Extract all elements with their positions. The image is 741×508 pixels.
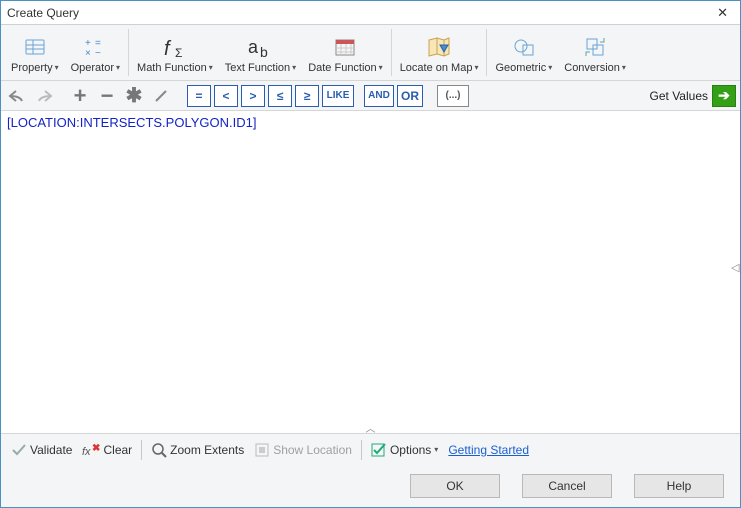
math-function-icon: fΣ [160, 34, 190, 60]
divide-icon[interactable] [149, 84, 173, 108]
dropdown-icon: ▾ [434, 445, 438, 454]
dialog-footer: OK Cancel Help [1, 465, 740, 507]
get-values-button[interactable]: Get Values ➔ [650, 85, 736, 107]
edit-toolbar: + − ✱ = < > ≤ ≥ LIKE AND OR (...) Get Va… [1, 81, 740, 111]
dropdown-icon: ▾ [548, 63, 552, 72]
separator [361, 440, 362, 460]
ribbon-date-function[interactable]: Date Function▾ [302, 25, 389, 80]
locate-on-map-icon [426, 34, 452, 60]
svg-text:✖: ✖ [92, 443, 100, 454]
ribbon-conversion[interactable]: Conversion▾ [558, 25, 632, 80]
separator [141, 440, 142, 460]
geometric-icon [512, 34, 536, 60]
svg-text:f: f [164, 38, 172, 59]
ribbon-locate-on-map[interactable]: Locate on Map▾ [394, 25, 485, 80]
dropdown-icon: ▾ [292, 63, 296, 72]
ribbon-text-function[interactable]: ab Text Function▾ [219, 25, 302, 80]
minus-icon[interactable]: − [95, 84, 119, 108]
undo-icon[interactable] [5, 84, 29, 108]
dropdown-icon: ▾ [622, 63, 626, 72]
redo-icon[interactable] [32, 84, 56, 108]
ribbon-property[interactable]: Property▾ [5, 25, 65, 80]
op-parens[interactable]: (...) [437, 85, 469, 107]
dropdown-icon: ▾ [55, 63, 59, 72]
ribbon-operator[interactable]: +=×− Operator▾ [65, 25, 126, 80]
clear-button[interactable]: fx✖ Clear [78, 441, 136, 459]
expand-handle-icon[interactable]: ◁ [731, 261, 741, 277]
ribbon-math-function[interactable]: fΣ Math Function▾ [131, 25, 219, 80]
dropdown-icon: ▾ [209, 63, 213, 72]
arrow-right-icon: ➔ [712, 85, 736, 107]
dropdown-icon: ▾ [474, 63, 478, 72]
op-or[interactable]: OR [397, 85, 423, 107]
options-button[interactable]: Options ▾ [367, 441, 442, 459]
op-like[interactable]: LIKE [322, 85, 354, 107]
svg-text:a: a [248, 37, 259, 57]
query-text: [LOCATION:INTERSECTS.POLYGON.ID1] [7, 115, 256, 130]
asterisk-icon[interactable]: ✱ [122, 84, 146, 108]
window-title: Create Query [7, 6, 79, 20]
close-icon[interactable]: ✕ [711, 5, 734, 21]
text-function-icon: ab [246, 34, 274, 60]
help-button[interactable]: Help [634, 474, 724, 498]
svg-text:×: × [85, 48, 91, 58]
query-editor[interactable]: [LOCATION:INTERSECTS.POLYGON.ID1] [1, 111, 740, 421]
check-icon [11, 443, 27, 457]
svg-text:fx: fx [82, 446, 91, 457]
date-function-icon [333, 34, 357, 60]
validate-button[interactable]: Validate [7, 441, 76, 459]
show-location-button: Show Location [250, 440, 356, 460]
ribbon: Property▾ +=×− Operator▾ fΣ Math Functio… [1, 25, 740, 81]
clear-icon: fx✖ [82, 443, 100, 457]
separator [128, 29, 129, 76]
op-gt[interactable]: > [241, 85, 265, 107]
op-and[interactable]: AND [364, 85, 394, 107]
collapse-handle-icon[interactable]: ︿ [1, 421, 740, 433]
conversion-icon [583, 34, 607, 60]
plus-icon[interactable]: + [68, 84, 92, 108]
bottom-toolbar: Validate fx✖ Clear Zoom Extents Show Loc… [1, 433, 740, 465]
cancel-button[interactable]: Cancel [522, 474, 612, 498]
magnifier-icon [151, 442, 167, 458]
dropdown-icon: ▾ [379, 63, 383, 72]
dropdown-icon: ▾ [116, 63, 120, 72]
property-icon [23, 34, 47, 60]
titlebar: Create Query ✕ [1, 1, 740, 25]
op-equals[interactable]: = [187, 85, 211, 107]
getting-started-link[interactable]: Getting Started [448, 443, 529, 457]
svg-text:b: b [260, 44, 268, 59]
operator-icon: +=×− [83, 34, 107, 60]
op-lt[interactable]: < [214, 85, 238, 107]
check-green-icon [371, 443, 387, 457]
separator [391, 29, 392, 76]
ok-button[interactable]: OK [410, 474, 500, 498]
op-gte[interactable]: ≥ [295, 85, 319, 107]
separator [486, 29, 487, 76]
op-lte[interactable]: ≤ [268, 85, 292, 107]
svg-text:−: − [95, 48, 101, 58]
svg-text:Σ: Σ [175, 46, 182, 59]
ribbon-geometric[interactable]: Geometric▾ [489, 25, 558, 80]
location-icon [254, 442, 270, 458]
zoom-extents-button[interactable]: Zoom Extents [147, 440, 248, 460]
